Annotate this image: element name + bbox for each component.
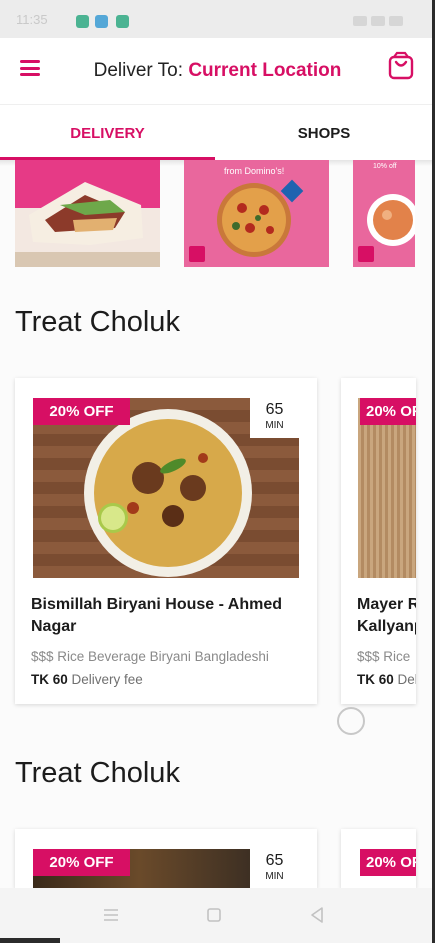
delivery-fee-label: Delivery fee	[397, 672, 416, 687]
delivery-time-unit: MIN	[265, 871, 284, 882]
top-bar: Deliver To: Current Location	[0, 38, 435, 105]
delivery-fee-amount: TK 60	[357, 672, 394, 687]
restaurant-card[interactable]: 20% OFF 65 MIN Bismillah Biryani House -…	[15, 378, 317, 704]
wrap-image	[15, 182, 160, 267]
discount-badge: 20% OFF	[360, 849, 416, 876]
delivery-fee: TK 60 Delivery fee	[31, 672, 143, 687]
restaurant-card[interactable]: 20% OFF	[341, 829, 416, 889]
brand-logo-icon	[189, 246, 205, 262]
current-location-link[interactable]: Current Location	[188, 60, 341, 81]
delivery-time-value: 65	[265, 852, 284, 869]
promo-banner-wrap[interactable]	[15, 160, 160, 267]
system-nav-bar	[0, 888, 435, 943]
back-icon[interactable]	[306, 904, 328, 926]
recent-apps-icon[interactable]	[100, 904, 122, 926]
brand-logo-icon	[358, 246, 374, 262]
promo-banner-pasta[interactable]: 10% off	[353, 160, 415, 267]
delivery-fee-amount: TK 60	[31, 672, 68, 687]
restaurant-name: Bismillah Biryani House - Ahmed Nagar	[31, 596, 283, 635]
delivery-location[interactable]: Deliver To: Current Location	[0, 60, 435, 82]
restaurant-card[interactable]: 20% OFF Mayer Rannaghar Kallyanpur $$$ R…	[341, 378, 416, 704]
delivery-fee-label: Delivery fee	[71, 672, 143, 687]
pizza-image	[217, 179, 304, 257]
tab-shops[interactable]: SHOPS	[215, 105, 433, 161]
discount-badge: 20% OFF	[33, 398, 130, 425]
status-time: 11:35	[16, 12, 48, 27]
restaurant-name: Mayer Rannaghar Kallyanpur	[357, 594, 416, 638]
svg-text:10% off: 10% off	[373, 163, 397, 170]
wifi-icon	[353, 16, 367, 26]
discount-badge: 20% OFF	[33, 849, 130, 876]
discount-badge: 20% OFF	[360, 398, 416, 425]
app-notification-icon	[116, 15, 129, 28]
restaurant-tags: $$$ Rice	[357, 649, 411, 664]
delivery-time-badge: 65 MIN	[250, 398, 299, 438]
status-icons	[349, 13, 409, 26]
signal-icon	[371, 16, 385, 26]
notification-icon	[76, 15, 89, 28]
tab-bar: DELIVERY SHOPS	[0, 105, 435, 161]
restaurant-card[interactable]: 20% OFF 65 MIN	[15, 829, 317, 889]
battery-icon	[389, 16, 403, 26]
cart-icon[interactable]	[387, 51, 415, 81]
delivery-time-badge: 65 MIN	[250, 849, 299, 889]
messenger-icon	[95, 15, 108, 28]
restaurant-name-line1: Mayer Rannaghar	[357, 596, 416, 613]
touch-indicator	[337, 707, 365, 735]
tab-delivery[interactable]: DELIVERY	[0, 105, 215, 161]
section-title: Treat Choluk	[15, 306, 180, 338]
status-bar: 11:35	[0, 0, 435, 38]
deliver-to-label: Deliver To:	[93, 60, 184, 81]
delivery-fee: TK 60 Delivery fee	[357, 672, 416, 687]
restaurant-image	[358, 398, 416, 578]
restaurant-name-line2: Kallyanpur	[357, 618, 416, 635]
home-icon[interactable]	[203, 904, 225, 926]
restaurant-tags: $$$ Rice Beverage Biryani Bangladeshi	[31, 649, 269, 664]
delivery-time-value: 65	[265, 401, 284, 418]
delivery-time-unit: MIN	[265, 420, 284, 431]
section-title: Treat Choluk	[15, 757, 180, 789]
promo-banner-pizza[interactable]: from Domino's!	[184, 160, 329, 267]
